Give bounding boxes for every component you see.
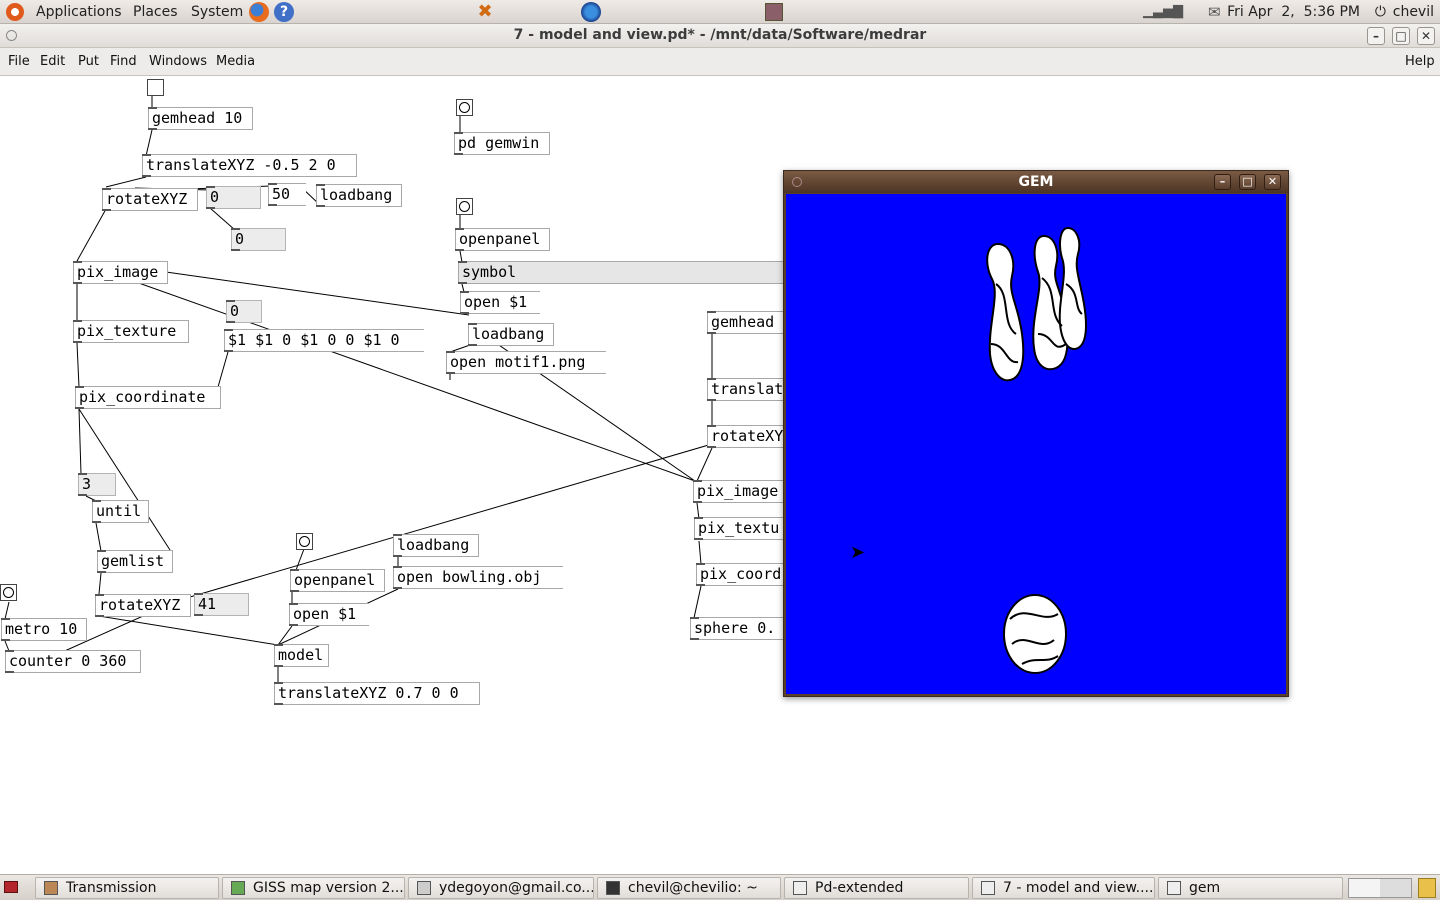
transmission-icon[interactable]: ✖ [474,2,496,22]
gem-title: GEM [1018,174,1054,190]
user-name[interactable]: chevil [1393,2,1434,22]
object-pix-coordinate[interactable]: pix_coordinate [75,386,221,409]
task-gmail[interactable]: ydegoyon@gmail.co... [408,877,594,899]
gemhead-toggle[interactable] [147,79,164,96]
task-label: chevil@chevilio: ~ [628,880,758,896]
menu-applications[interactable]: Applications [36,2,122,22]
object-pix-image-2[interactable]: pix_image [693,480,793,503]
gem-window[interactable]: GEM – □ ✕ ➤ [783,170,1289,697]
firefox-icon[interactable] [249,2,269,22]
clock[interactable]: Fri Apr 2, 5:36 PM [1227,2,1360,22]
object-pix-texture-2[interactable]: pix_textu [694,517,794,540]
object-pix-image[interactable]: pix_image [73,261,168,284]
show-desktop-icon[interactable] [4,881,18,893]
menu-file[interactable]: File [8,54,30,70]
number-box[interactable]: 0 [231,228,286,251]
ubuntu-logo-icon[interactable] [6,3,24,21]
task-label: ydegoyon@gmail.co... [439,880,594,896]
object-pix-coordinate-2[interactable]: pix_coord [696,563,796,586]
menu-find[interactable]: Find [110,54,137,70]
number-box[interactable]: 0 [206,186,261,209]
gem-render-area[interactable]: ➤ [786,194,1286,694]
menu-places[interactable]: Places [133,2,178,22]
pd-window-titlebar[interactable]: 7 - model and view.pd* - /mnt/data/Softw… [0,24,1440,48]
menu-help[interactable]: Help [1405,54,1435,70]
window-menu-icon[interactable] [792,177,802,187]
bowling-scene [986,226,1087,674]
task-label: Pd-extended [815,880,904,896]
object-loadbang-3[interactable]: loadbang [393,534,479,557]
window-title: 7 - model and view.pd* - /mnt/data/Softw… [513,27,927,43]
menu-edit[interactable]: Edit [40,54,65,70]
task-transmission[interactable]: Transmission [35,877,219,899]
object-symbol[interactable]: symbol [458,261,788,284]
openpanel-bang-2[interactable] [296,533,313,550]
object-until[interactable]: until [92,500,149,523]
task-gem[interactable]: gem [1158,877,1343,899]
object-metro[interactable]: metro 10 [1,618,87,641]
help-icon[interactable]: ? [274,2,294,22]
mail-icon[interactable]: ✉ [1208,3,1221,21]
menu-system[interactable]: System [191,2,243,22]
maximize-button[interactable]: □ [1392,27,1410,45]
top-panel: Applications Places System ? ✖ ▁▃▅▇ 🔈︎ ✉… [0,0,1440,24]
message-50[interactable]: 50 [268,183,306,206]
workspace-switcher[interactable] [1348,878,1412,898]
number-box[interactable]: 41 [194,593,249,616]
task-label: gem [1189,880,1221,896]
bowling-ball [1003,594,1067,674]
gemwin-bang[interactable] [456,99,473,116]
number-box[interactable]: 3 [78,473,116,496]
object-pd-gemwin[interactable]: pd gemwin [454,132,550,155]
task-model-and-view[interactable]: 7 - model and view.... [972,877,1155,899]
window-menu-icon[interactable] [6,30,17,41]
object-rotatexyz[interactable]: rotateXYZ [102,188,198,211]
close-button[interactable]: ✕ [1417,27,1435,45]
message-open-2[interactable]: open $1 [289,603,369,626]
app-icon[interactable] [581,2,601,22]
object-counter[interactable]: counter 0 360 [5,650,141,673]
trash-icon[interactable] [1418,878,1436,898]
object-gemlist[interactable]: gemlist [97,550,173,573]
bottom-panel: Transmission GISS map version 2.... ydeg… [0,874,1440,900]
openpanel-bang[interactable] [456,198,473,215]
object-rotatexyz-2[interactable]: rotateXYZ [95,594,191,617]
mouse-cursor-icon: ➤ [850,542,866,563]
object-openpanel[interactable]: openpanel [455,228,550,251]
task-giss-map[interactable]: GISS map version 2.... [222,877,405,899]
object-translatexyz-3[interactable]: translateXYZ 0.7 0 0 [274,682,480,705]
object-translatexyz[interactable]: translateXYZ -0.5 2 0 [142,154,357,177]
menu-put[interactable]: Put [78,54,99,70]
object-loadbang[interactable]: loadbang [316,184,402,207]
task-label: 7 - model and view.... [1003,880,1154,896]
metro-toggle[interactable] [0,584,17,601]
minimize-button[interactable]: – [1214,174,1231,190]
object-sphere[interactable]: sphere 0. [690,617,790,640]
message-open-motif[interactable]: open motif1.png [446,351,606,374]
gem-titlebar[interactable]: GEM – □ ✕ [784,171,1288,193]
power-icon[interactable]: ⏻ [1375,2,1386,22]
task-label: GISS map version 2.... [253,880,405,896]
close-button[interactable]: ✕ [1264,174,1281,190]
object-openpanel-2[interactable]: openpanel [290,569,385,592]
message-open[interactable]: open $1 [460,291,540,314]
menu-media[interactable]: Media [216,54,255,70]
message-dollar[interactable]: $1 $1 0 $1 0 0 $1 0 [224,329,424,352]
number-box[interactable]: 0 [226,300,262,323]
task-terminal[interactable]: chevil@chevilio: ~ [597,877,781,899]
message-open-bowling[interactable]: open bowling.obj [393,566,563,589]
minimize-button[interactable]: – [1367,27,1385,45]
object-gemhead[interactable]: gemhead 10 [148,107,253,130]
task-label: Transmission [66,880,157,896]
object-pix-texture[interactable]: pix_texture [73,320,189,343]
volume-icon[interactable]: 🔈︎ [1176,2,1185,20]
menu-windows[interactable]: Windows [149,54,207,70]
object-model[interactable]: model [274,644,329,667]
bowling-pins [986,226,1087,382]
pd-menubar: File Edit Put Find Windows Media Help [0,48,1440,76]
object-loadbang-2[interactable]: loadbang [468,323,554,346]
task-pd-extended[interactable]: Pd-extended [784,877,969,899]
app-icon[interactable] [765,3,783,21]
maximize-button[interactable]: □ [1239,174,1256,190]
